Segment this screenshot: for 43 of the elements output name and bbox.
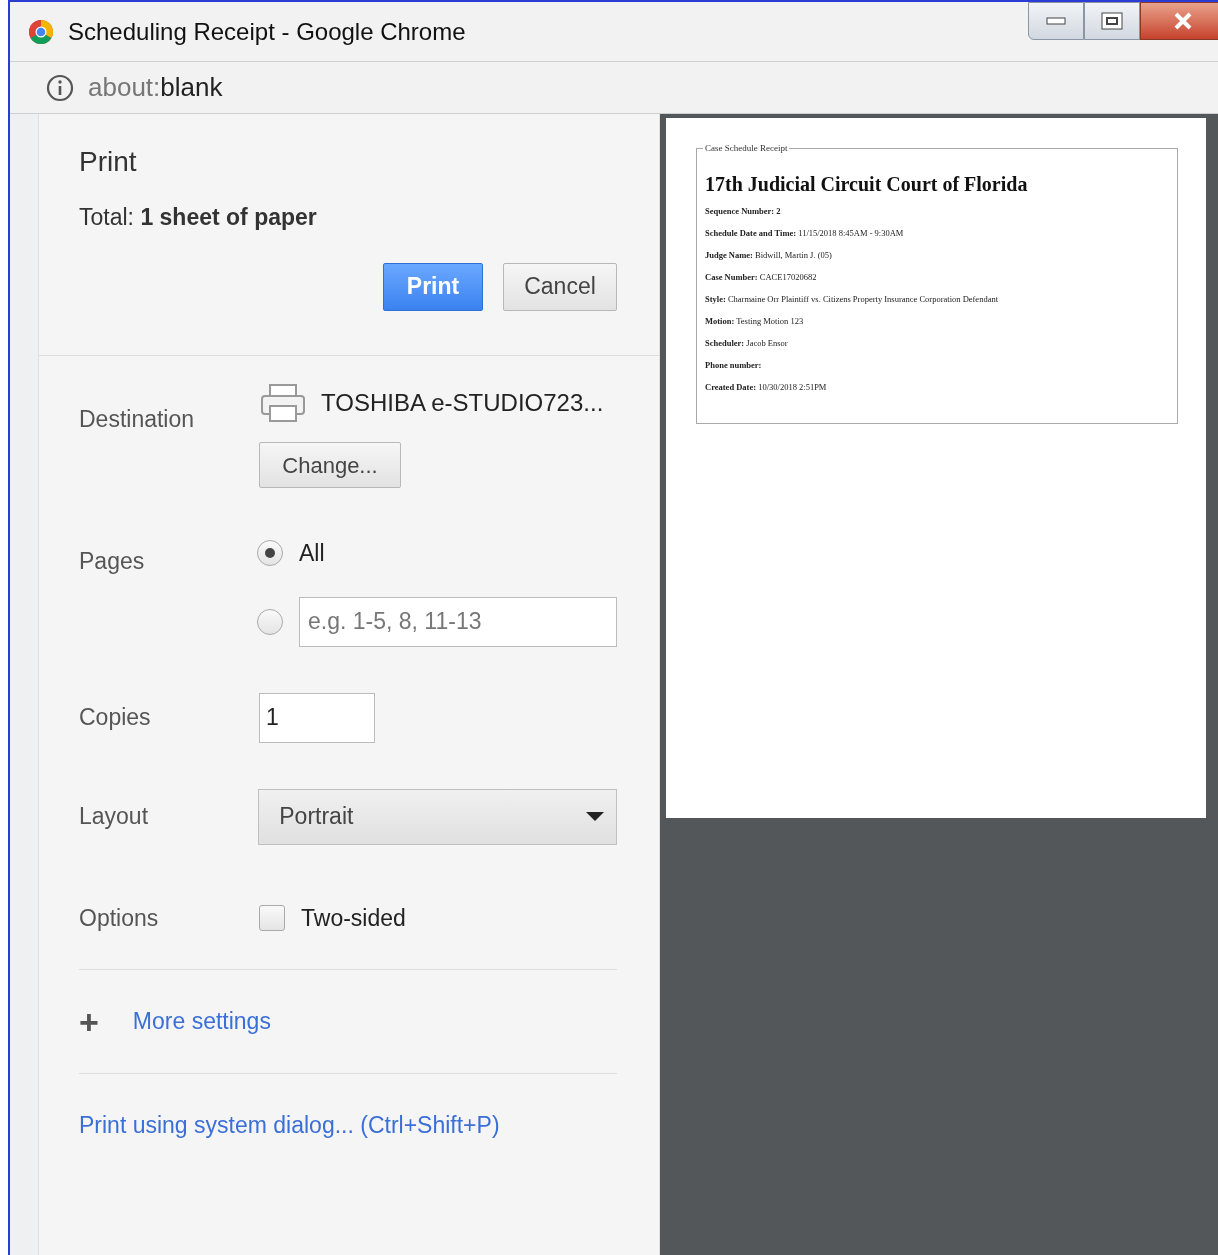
printer-name: TOSHIBA e-STUDIO723... <box>321 388 604 418</box>
printer-icon <box>259 383 307 423</box>
receipt-field: Created Date: 10/30/2018 2:51PM <box>705 381 1177 393</box>
system-dialog-link[interactable]: Print using system dialog... (Ctrl+Shift+P) <box>79 1112 500 1138</box>
layout-dropdown[interactable]: Portrait <box>258 788 617 845</box>
receipt-field: Phone number: <box>705 359 1177 371</box>
expand-icon[interactable]: + <box>79 1004 99 1039</box>
dropdown-caret-icon <box>586 811 604 822</box>
field-label: Destination <box>79 405 196 434</box>
receipt-field: Case Number: CACE17020682 <box>705 271 1177 283</box>
dialog-title: Print <box>79 145 138 179</box>
receipt-field: Schedule Date and Time: 11/15/2018 8:45AM - 9:30AM <box>705 227 1177 239</box>
radio-button[interactable] <box>257 540 283 567</box>
copies-field[interactable]: 1 <box>259 692 375 743</box>
page-range-field[interactable]: e.g. 1-5, 8, 11-13 <box>299 596 617 647</box>
address-field[interactable]: about:blank <box>88 68 223 107</box>
more-settings-link[interactable]: More settings <box>132 1004 271 1039</box>
chrome-logo-icon <box>28 18 54 45</box>
checkbox[interactable] <box>259 904 285 931</box>
checkbox-label: Two-sided <box>301 903 406 933</box>
receipt-legend: Case Schedule Receipt <box>703 142 790 154</box>
cancel-button[interactable]: Cancel <box>503 262 617 311</box>
receipt-field: Judge Name: Bidwill, Martin J. (05) <box>705 249 1177 261</box>
receipt-field: Motion: Testing Motion 123 <box>705 315 1177 327</box>
close-button[interactable] <box>1140 2 1218 40</box>
receipt-field: Sequence Number: 2 <box>705 205 1177 217</box>
receipt-field: Style: Charmaine Orr Plaintiff vs. Citizens Property Insurance Corporation Defendant <box>705 293 1177 305</box>
maximize-icon <box>1101 12 1123 30</box>
radio-button[interactable] <box>257 608 283 635</box>
info-icon[interactable] <box>46 73 74 102</box>
field-label: Copies <box>79 703 152 733</box>
close-icon <box>1173 12 1193 30</box>
total-sheets-text: Total: 1 sheet of paper <box>79 203 318 232</box>
minimize-icon <box>1046 17 1066 25</box>
maximize-button[interactable] <box>1084 2 1140 40</box>
radio-label: All <box>299 539 325 568</box>
field-label: Layout <box>79 802 150 832</box>
field-label: Options <box>79 903 160 933</box>
window-title: Scheduling Receipt - Google Chrome <box>68 16 466 47</box>
change-button[interactable]: Change... <box>259 442 401 488</box>
receipt-heading: 17th Judicial Circuit Court of Florida <box>705 172 1029 197</box>
field-label: Pages <box>79 547 146 576</box>
receipt-field: Scheduler: Jacob Ensor <box>705 337 1177 349</box>
